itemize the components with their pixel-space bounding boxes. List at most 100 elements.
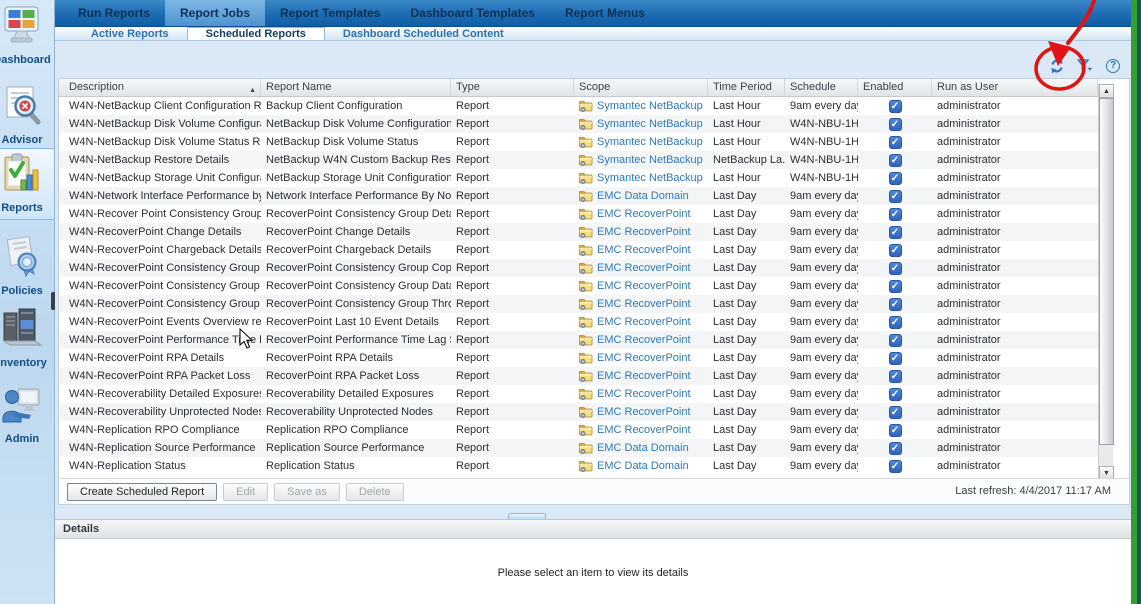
- enabled-checkbox[interactable]: ✓: [889, 208, 902, 221]
- tab-active-reports[interactable]: Active Reports: [73, 27, 187, 40]
- enabled-checkbox[interactable]: ✓: [889, 370, 902, 383]
- vertical-scrollbar[interactable]: ▲ ▼: [1098, 84, 1113, 480]
- scrollbar-thumb[interactable]: [1099, 98, 1114, 445]
- cell-report-name: RecoverPoint Chargeback Details: [261, 241, 451, 259]
- scope-link[interactable]: EMC Data Domain: [597, 187, 689, 205]
- scope-link[interactable]: EMC RecoverPoint: [597, 385, 691, 403]
- table-row[interactable]: W4N-RecoverPoint Consistency Group Dat..…: [59, 277, 1098, 295]
- help-icon[interactable]: ?: [1105, 58, 1121, 74]
- scope-link[interactable]: Symantec NetBackup: [597, 133, 703, 151]
- sidebar-item-admin[interactable]: Admin: [0, 384, 55, 445]
- cell-description: W4N-RecoverPoint Events Overview report: [59, 313, 261, 331]
- enabled-checkbox[interactable]: ✓: [889, 298, 902, 311]
- enabled-checkbox[interactable]: ✓: [889, 136, 902, 149]
- enabled-checkbox[interactable]: ✓: [889, 262, 902, 275]
- delete-button[interactable]: Delete: [346, 483, 404, 501]
- enabled-checkbox[interactable]: ✓: [889, 352, 902, 365]
- scope-link[interactable]: EMC RecoverPoint: [597, 241, 691, 259]
- scope-link[interactable]: EMC RecoverPoint: [597, 421, 691, 439]
- enabled-checkbox[interactable]: ✓: [889, 154, 902, 167]
- column-header-scope[interactable]: Scope: [574, 79, 708, 96]
- enabled-checkbox[interactable]: ✓: [889, 172, 902, 185]
- tab-scheduled-reports[interactable]: Scheduled Reports: [187, 27, 325, 40]
- table-row[interactable]: W4N-NetBackup Restore DetailsNetBackup W…: [59, 151, 1098, 169]
- menu-item-report-jobs[interactable]: Report Jobs: [165, 0, 265, 26]
- scope-link[interactable]: EMC Data Domain: [597, 439, 689, 457]
- scope-link[interactable]: Symantec NetBackup: [597, 151, 703, 169]
- enabled-checkbox[interactable]: ✓: [889, 334, 902, 347]
- column-header-type[interactable]: Type: [451, 79, 574, 96]
- scope-link[interactable]: Symantec NetBackup: [597, 97, 703, 115]
- table-row[interactable]: W4N-Network Interface Performance by N..…: [59, 187, 1098, 205]
- scope-link[interactable]: Symantec NetBackup: [597, 115, 703, 133]
- sidebar-item-inventory[interactable]: Inventory: [0, 306, 55, 369]
- table-row[interactable]: W4N-NetBackup Disk Volume Configurati...…: [59, 115, 1098, 133]
- enabled-checkbox[interactable]: ✓: [889, 424, 902, 437]
- menu-item-run-reports[interactable]: Run Reports: [63, 0, 165, 26]
- table-row[interactable]: W4N-RecoverPoint Events Overview reportR…: [59, 313, 1098, 331]
- table-row[interactable]: W4N-NetBackup Disk Volume Status ReportN…: [59, 133, 1098, 151]
- save-as-button[interactable]: Save as: [274, 483, 340, 501]
- scope-link[interactable]: EMC RecoverPoint: [597, 259, 691, 277]
- column-header-time-period[interactable]: Time Period: [708, 79, 785, 96]
- menu-item-report-menus[interactable]: Report Menus: [550, 0, 660, 26]
- table-row[interactable]: W4N-Replication Source PerformanceReplic…: [59, 439, 1098, 457]
- scope-link[interactable]: EMC RecoverPoint: [597, 331, 691, 349]
- column-header-schedule[interactable]: Schedule: [785, 79, 858, 96]
- filter-icon[interactable]: [1077, 58, 1093, 74]
- scope-link[interactable]: EMC RecoverPoint: [597, 295, 691, 313]
- column-header-report-name[interactable]: Report Name: [261, 79, 451, 96]
- table-row[interactable]: W4N-Recoverability Detailed ExposuresRec…: [59, 385, 1098, 403]
- scope-link[interactable]: Symantec NetBackup: [597, 169, 703, 187]
- scrollbar-up-arrow[interactable]: ▲: [1099, 84, 1114, 98]
- enabled-checkbox[interactable]: ✓: [889, 226, 902, 239]
- table-row[interactable]: W4N-RecoverPoint Consistency Group Thr..…: [59, 295, 1098, 313]
- table-row[interactable]: W4N-Replication RPO ComplianceReplicatio…: [59, 421, 1098, 439]
- table-row[interactable]: W4N-RecoverPoint Chargeback DetailsRecov…: [59, 241, 1098, 259]
- cell-schedule: 9am every day: [785, 241, 858, 259]
- column-header-enabled[interactable]: Enabled: [858, 79, 932, 96]
- scope-link[interactable]: EMC RecoverPoint: [597, 349, 691, 367]
- scope-link[interactable]: EMC RecoverPoint: [597, 367, 691, 385]
- scope-link[interactable]: EMC Data Domain: [597, 457, 689, 475]
- sidebar-item-policies[interactable]: Policies: [0, 236, 55, 297]
- enabled-checkbox[interactable]: ✓: [889, 388, 902, 401]
- column-header-description[interactable]: Description▲: [59, 79, 261, 96]
- table-row[interactable]: W4N-RecoverPoint Performance Time LagRec…: [59, 331, 1098, 349]
- edit-button[interactable]: Edit: [223, 483, 268, 501]
- cell-type: Report: [451, 331, 574, 349]
- enabled-checkbox[interactable]: ✓: [889, 442, 902, 455]
- menu-item-dashboard-templates[interactable]: Dashboard Templates: [395, 0, 549, 26]
- sidebar-item-dashboard[interactable]: Dashboard: [0, 5, 55, 66]
- column-header-run-as-user[interactable]: Run as User: [932, 79, 1098, 96]
- table-row[interactable]: W4N-RecoverPoint RPA DetailsRecoverPoint…: [59, 349, 1098, 367]
- menu-item-report-templates[interactable]: Report Templates: [265, 0, 395, 26]
- table-row[interactable]: W4N-NetBackup Client Configuration Repor…: [59, 97, 1098, 115]
- scope-link[interactable]: EMC RecoverPoint: [597, 277, 691, 295]
- scope-link[interactable]: EMC RecoverPoint: [597, 403, 691, 421]
- enabled-checkbox[interactable]: ✓: [889, 100, 902, 113]
- table-row[interactable]: W4N-RecoverPoint Change DetailsRecoverPo…: [59, 223, 1098, 241]
- sidebar-item-reports[interactable]: Reports: [0, 148, 55, 220]
- scope-link[interactable]: EMC RecoverPoint: [597, 223, 691, 241]
- enabled-checkbox[interactable]: ✓: [889, 118, 902, 131]
- scope-link[interactable]: EMC RecoverPoint: [597, 313, 691, 331]
- create-scheduled-report-button[interactable]: Create Scheduled Report: [67, 483, 217, 501]
- enabled-checkbox[interactable]: ✓: [889, 280, 902, 293]
- enabled-checkbox[interactable]: ✓: [889, 190, 902, 203]
- table-row[interactable]: W4N-RecoverPoint Consistency Group Co...…: [59, 259, 1098, 277]
- sidebar-item-advisor[interactable]: Advisor: [0, 85, 55, 146]
- cell-run-as-user: administrator: [932, 313, 1098, 331]
- refresh-icon[interactable]: [1049, 58, 1065, 74]
- enabled-checkbox[interactable]: ✓: [889, 406, 902, 419]
- table-row[interactable]: W4N-NetBackup Storage Unit Configurati..…: [59, 169, 1098, 187]
- table-row[interactable]: W4N-Replication StatusReplication Status…: [59, 457, 1098, 475]
- tab-dashboard-scheduled-content[interactable]: Dashboard Scheduled Content: [325, 27, 522, 40]
- table-row[interactable]: W4N-RecoverPoint RPA Packet LossRecoverP…: [59, 367, 1098, 385]
- enabled-checkbox[interactable]: ✓: [889, 316, 902, 329]
- table-row[interactable]: W4N-Recoverability Unprotected NodesReco…: [59, 403, 1098, 421]
- enabled-checkbox[interactable]: ✓: [889, 460, 902, 473]
- scope-link[interactable]: EMC RecoverPoint: [597, 205, 691, 223]
- enabled-checkbox[interactable]: ✓: [889, 244, 902, 257]
- table-row[interactable]: W4N-Recover Point Consistency Group De..…: [59, 205, 1098, 223]
